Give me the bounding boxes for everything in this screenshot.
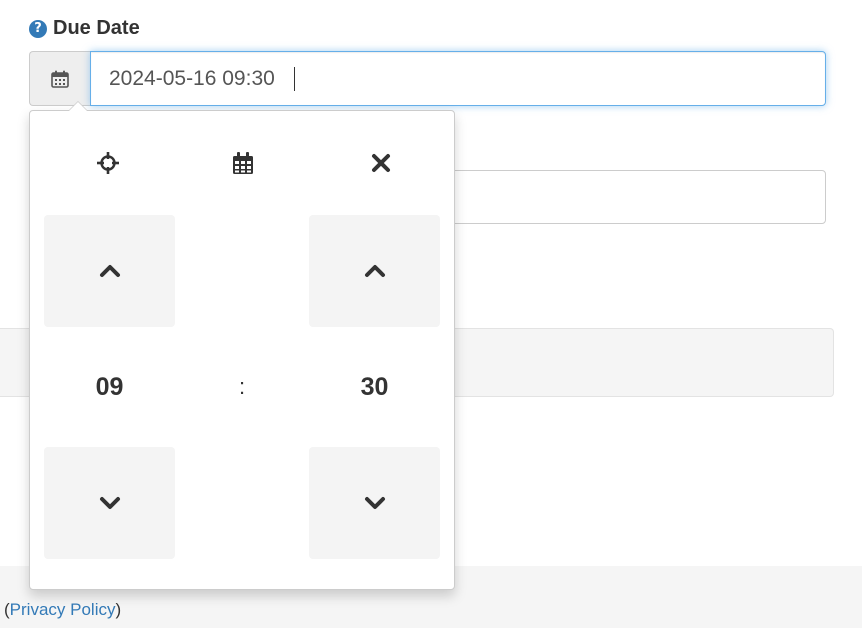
chevron-down-icon [364,497,385,509]
text-caret [294,67,295,91]
close-icon [372,154,390,172]
date-input-group [29,51,826,106]
due-date-label: ? Due Date [29,17,140,40]
privacy-policy-link[interactable]: Privacy Policy [10,600,116,619]
page: ? Due Date (Privacy Policy) [0,0,862,628]
hours-value[interactable]: 09 [44,365,175,409]
question-circle-icon[interactable]: ? [29,19,47,38]
calendar-icon [233,152,253,174]
switch-to-calendar-button[interactable] [213,135,273,191]
calendar-icon [51,70,69,88]
time-separator: : [238,374,246,399]
chevron-down-icon [99,497,120,509]
decrement-hours-button[interactable] [44,447,175,559]
clear-button[interactable] [351,135,411,191]
field-label-text: Due Date [53,17,140,39]
chevron-up-icon [99,265,120,277]
decrement-minutes-button[interactable] [309,447,440,559]
increment-minutes-button[interactable] [309,215,440,327]
calendar-addon[interactable] [29,51,90,106]
time-picker-popover: 09 : 30 [29,101,455,590]
increment-hours-button[interactable] [44,215,175,327]
today-button[interactable] [78,135,138,191]
chevron-up-icon [364,265,385,277]
minutes-value[interactable]: 30 [309,365,440,409]
crosshairs-icon [97,152,119,174]
footer-text: (Privacy Policy) [4,600,122,619]
due-date-input[interactable] [90,51,826,106]
